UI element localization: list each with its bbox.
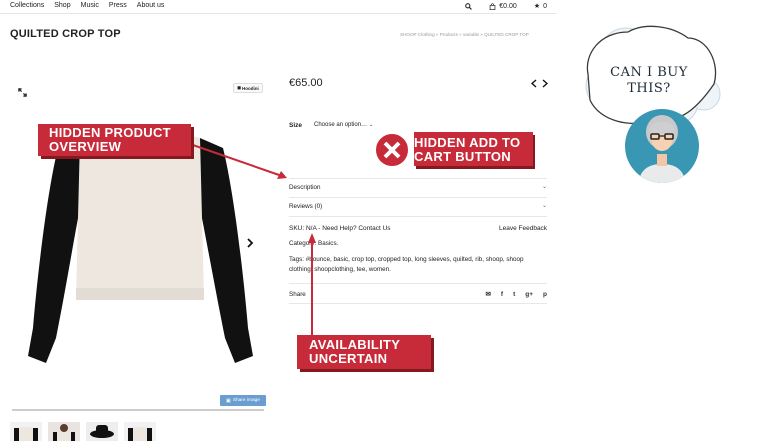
callout-text: HIDDEN PRODUCT <box>49 125 171 140</box>
bubble-line-1: CAN I BUY <box>610 65 688 80</box>
callout-availability: AVAILABILITY UNCERTAIN <box>297 335 431 369</box>
avatar <box>625 109 699 183</box>
callout-text: UNCERTAIN <box>309 351 388 366</box>
callout-text: OVERVIEW <box>49 139 122 154</box>
callout-hidden-overview: HIDDEN PRODUCT OVERVIEW <box>38 124 191 156</box>
callout-text: AVAILABILITY <box>309 337 401 352</box>
callout-text: CART BUTTON <box>414 149 511 164</box>
callout-hidden-cart: HIDDEN ADD TO CART BUTTON <box>374 132 533 168</box>
bubble-line-2: THIS? <box>627 81 671 96</box>
thought-bubble: CAN I BUY THIS? <box>585 25 721 183</box>
x-circle-icon <box>374 132 410 168</box>
callout-text: HIDDEN ADD TO <box>414 135 521 150</box>
